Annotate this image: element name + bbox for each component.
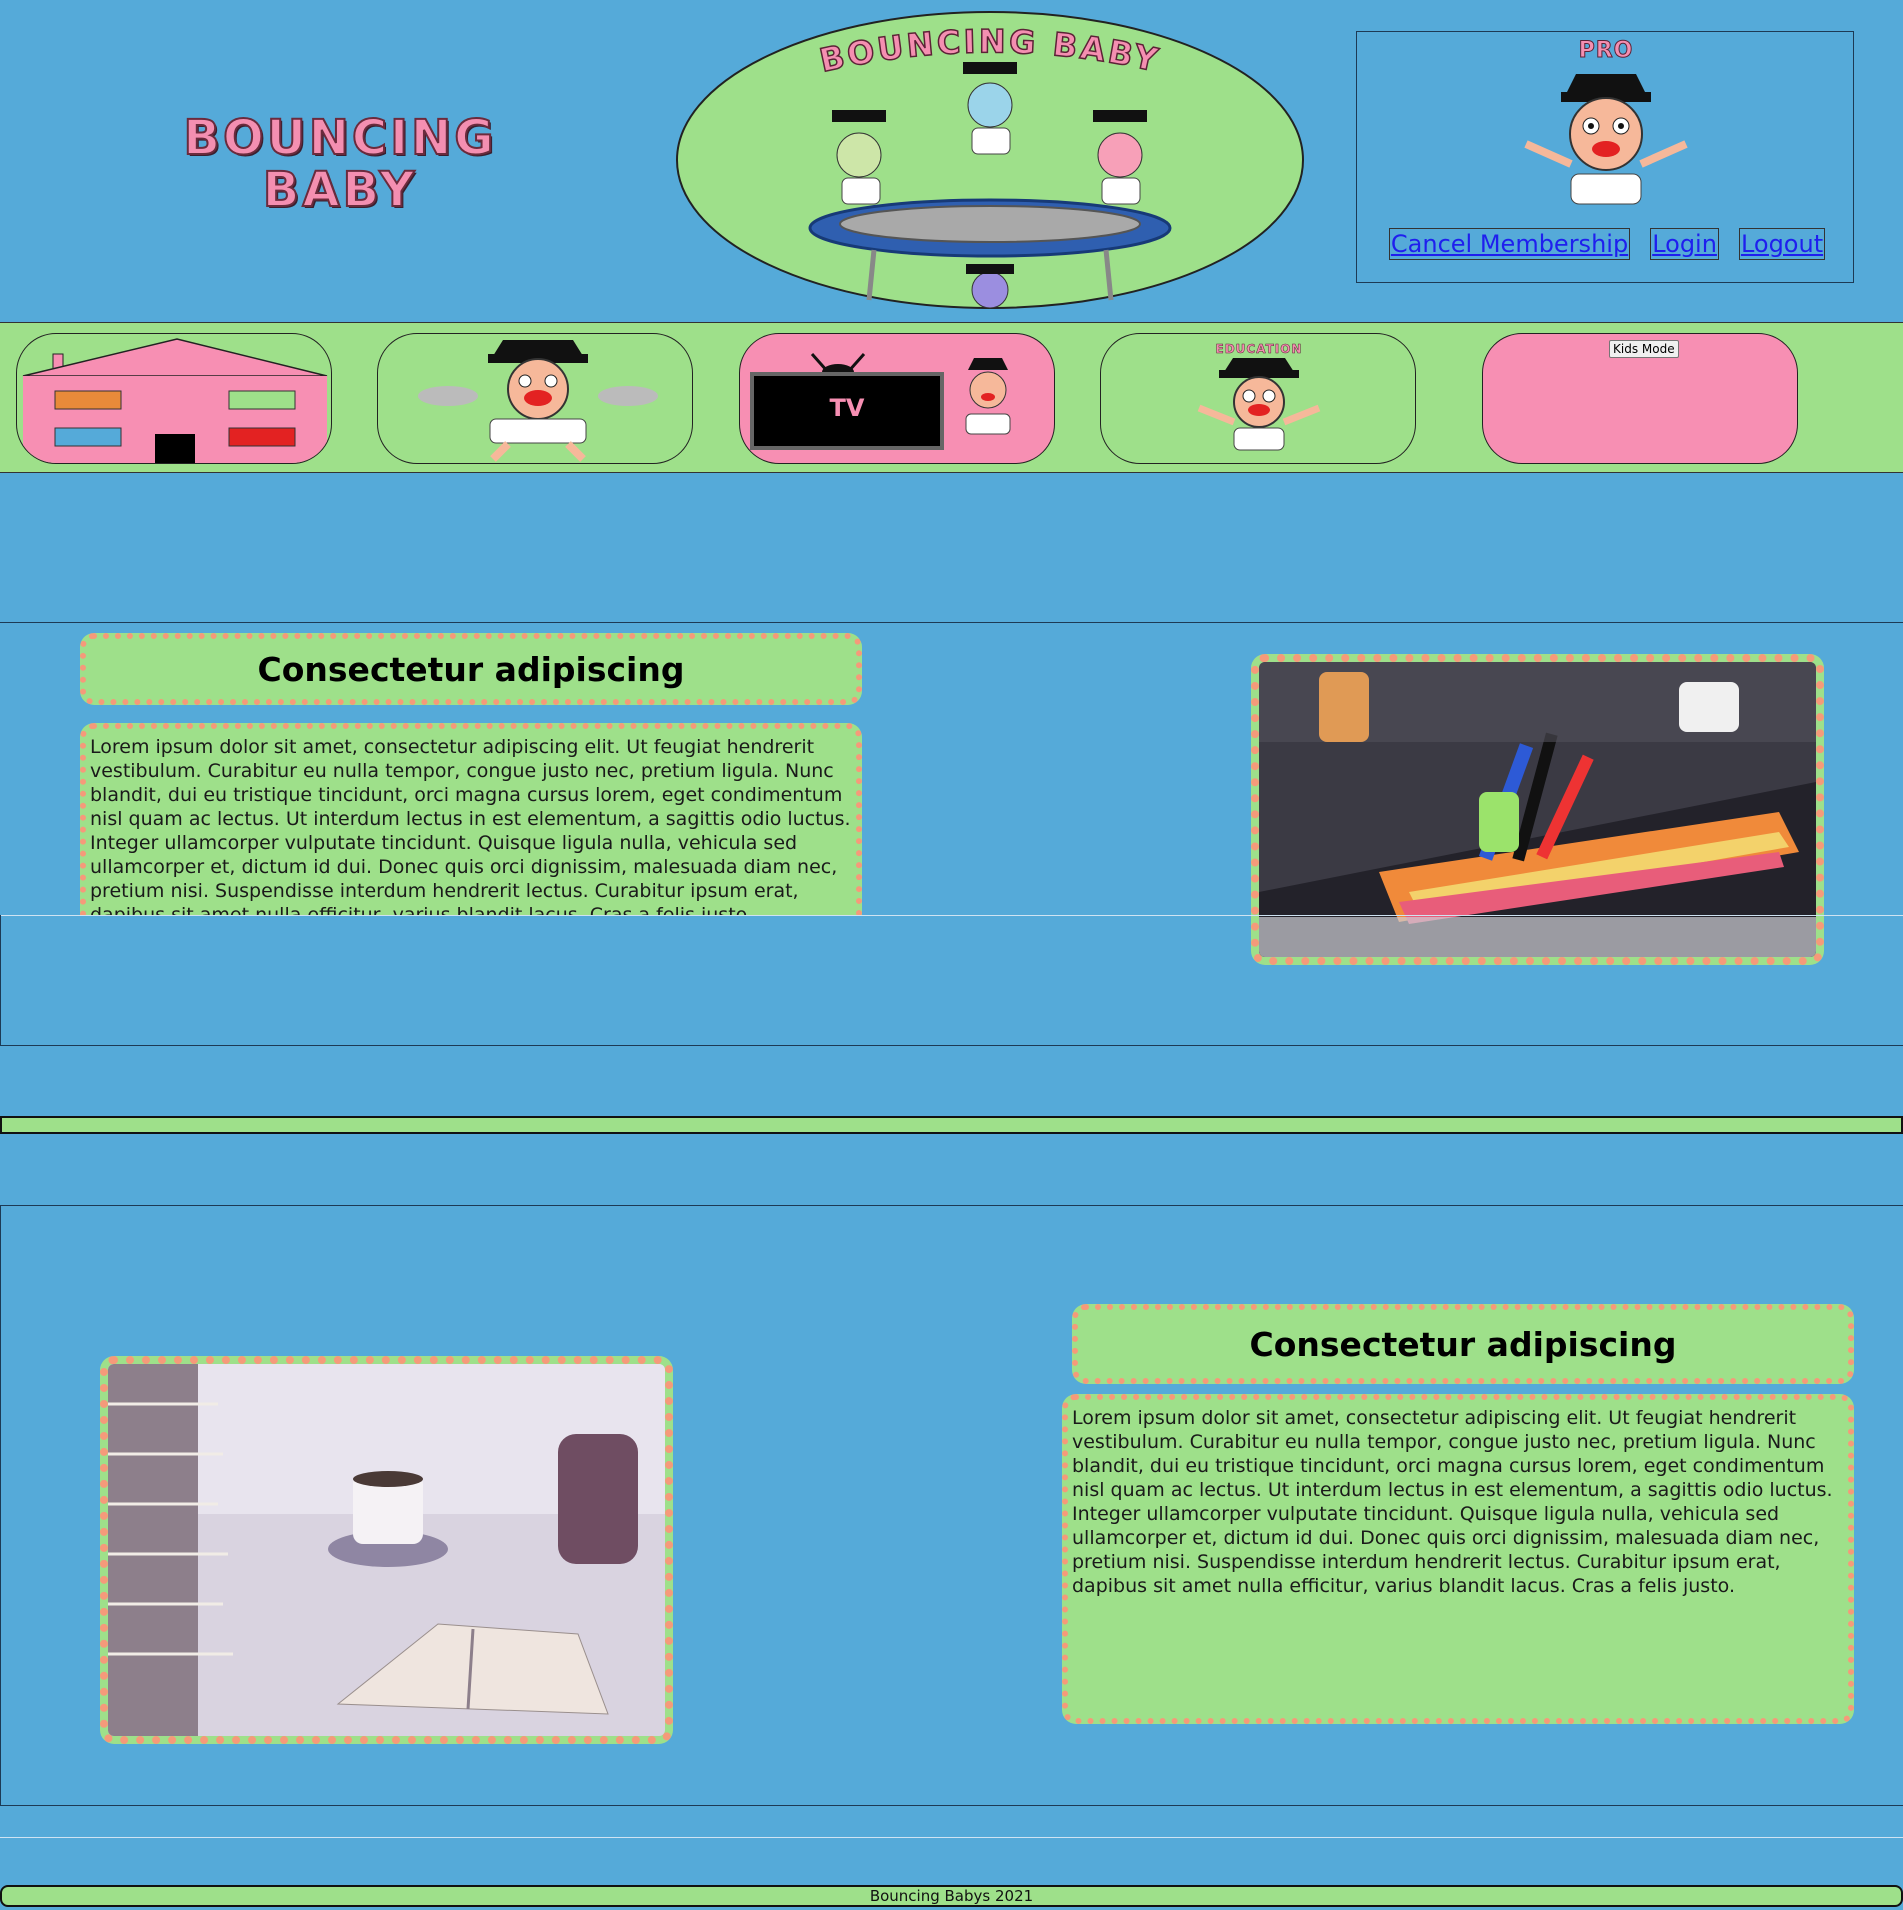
- green-separator-bar: [0, 1116, 1903, 1134]
- section2-heading-box: Consectetur adipiscing: [1072, 1304, 1854, 1384]
- nav-bar: TV EDUCATION Kids Mode: [0, 322, 1903, 473]
- divider-2: [0, 915, 1903, 916]
- divider-4: [0, 1205, 1903, 1206]
- login-link[interactable]: Login: [1650, 228, 1719, 260]
- section2-photo-coffee-book: [100, 1356, 673, 1744]
- logo-line-1: BOUNCING: [182, 110, 497, 166]
- site-header: BOUNCING BABY BOUNCING BABY PRO Cancel M…: [0, 0, 1903, 322]
- section2-frame-left-edge: [0, 1205, 1, 1805]
- section2-paragraph: Lorem ipsum dolor sit amet, consectetur …: [1072, 1407, 1833, 1597]
- section-frame-left-edge: [0, 915, 1, 1046]
- nav-home-button[interactable]: [16, 333, 332, 464]
- section2-heading: Consectetur adipiscing: [1249, 1324, 1677, 1364]
- crying-baby-icon: [418, 340, 658, 462]
- nav-tv-button[interactable]: TV: [739, 333, 1055, 464]
- section1-text-box: Lorem ipsum dolor sit amet, consectetur …: [80, 723, 862, 915]
- section1-photo-stationery: [1251, 654, 1824, 965]
- banner-trampoline-image: BOUNCING BABY: [676, 11, 1304, 309]
- tv-label: TV: [829, 394, 865, 422]
- divider-6: [0, 1837, 1903, 1838]
- section1-heading-box: Consectetur adipiscing: [80, 633, 862, 705]
- pro-label: PRO: [1578, 38, 1634, 64]
- education-label: EDUCATION: [1215, 342, 1303, 357]
- house-icon: [22, 338, 328, 463]
- coffee-book-image: [108, 1364, 665, 1736]
- divider-5: [0, 1805, 1903, 1806]
- text-logo[interactable]: BOUNCING BABY: [60, 110, 620, 218]
- pro-baby-icon: [1524, 74, 1688, 205]
- footer: Bouncing Babys 2021: [0, 1885, 1903, 1907]
- divider-1: [0, 622, 1903, 623]
- cancel-membership-link[interactable]: Cancel Membership: [1388, 228, 1631, 260]
- nav-education-button[interactable]: EDUCATION: [1100, 333, 1416, 464]
- section1-paragraph: Lorem ipsum dolor sit amet, consectetur …: [90, 736, 851, 915]
- footer-text: Bouncing Babys 2021: [869, 1887, 1034, 1905]
- divider-3: [0, 1045, 1903, 1046]
- membership-panel: PRO Cancel Membership Login Logout: [1356, 31, 1854, 283]
- section1-heading: Consectetur adipiscing: [257, 649, 685, 689]
- nav-baby-button[interactable]: [377, 333, 693, 464]
- stationery-image: [1259, 662, 1816, 957]
- logo-line-2: BABY: [262, 162, 418, 218]
- graduate-baby-icon: [1197, 358, 1321, 451]
- kids-mode-panel: Kids Mode: [1482, 333, 1798, 464]
- kids-mode-button[interactable]: Kids Mode: [1609, 340, 1679, 358]
- logout-link[interactable]: Logout: [1738, 228, 1826, 260]
- section2-text-box: Lorem ipsum dolor sit amet, consectetur …: [1062, 1394, 1854, 1724]
